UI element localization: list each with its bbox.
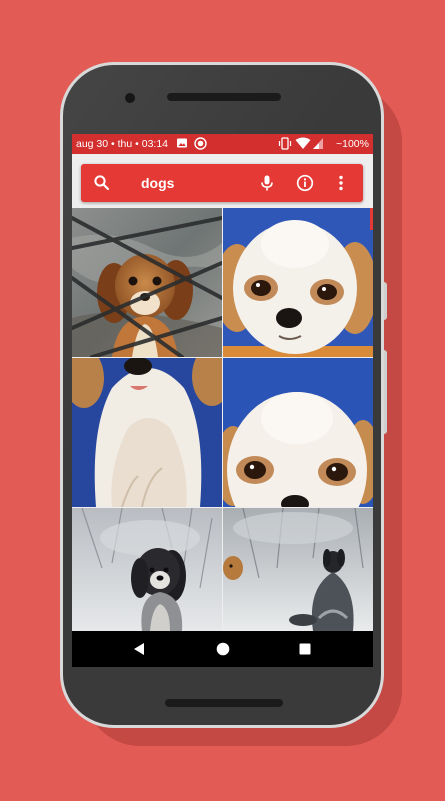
dog-photo-2 <box>223 208 373 357</box>
image-result-2[interactable] <box>223 208 373 357</box>
more-vert-icon[interactable] <box>332 174 350 192</box>
search-icon[interactable] <box>93 174 111 192</box>
navigation-bar <box>72 631 373 667</box>
wifi-icon <box>295 137 311 153</box>
image-result-1[interactable] <box>72 208 222 357</box>
microphone-icon[interactable] <box>258 174 276 192</box>
dog-photo-1 <box>72 208 222 357</box>
status-bar: aug 30 • thu • 03:14 ~100% <box>72 134 373 154</box>
image-icon <box>176 137 188 152</box>
signal-icon <box>312 137 324 153</box>
status-datetime: aug 30 • thu • 03:14 <box>76 138 169 150</box>
front-camera <box>125 93 135 103</box>
search-query[interactable]: dogs <box>141 174 174 192</box>
image-result-6[interactable] <box>223 508 373 631</box>
image-result-5[interactable] <box>72 508 222 631</box>
app-bar: dogs <box>72 154 373 208</box>
dog-photo-3 <box>72 358 222 507</box>
scroll-indicator[interactable] <box>370 208 373 230</box>
info-icon[interactable] <box>296 174 314 192</box>
recents-icon[interactable] <box>296 640 314 658</box>
vibrate-icon <box>278 137 292 153</box>
battery-level: ~100% <box>336 138 369 150</box>
image-result-3[interactable] <box>72 358 222 507</box>
phone-screen: aug 30 • thu • 03:14 ~100% dogs <box>72 134 373 667</box>
dog-photo-4 <box>223 358 373 507</box>
search-bar[interactable]: dogs <box>81 164 363 202</box>
dog-photo-5 <box>72 508 222 631</box>
dog-photo-6 <box>223 508 373 631</box>
home-icon[interactable] <box>214 640 232 658</box>
top-speaker <box>167 93 281 101</box>
image-result-4[interactable] <box>223 358 373 507</box>
back-icon[interactable] <box>130 640 148 658</box>
record-icon <box>194 137 207 153</box>
bottom-speaker <box>165 699 283 707</box>
image-results-grid <box>72 208 373 631</box>
